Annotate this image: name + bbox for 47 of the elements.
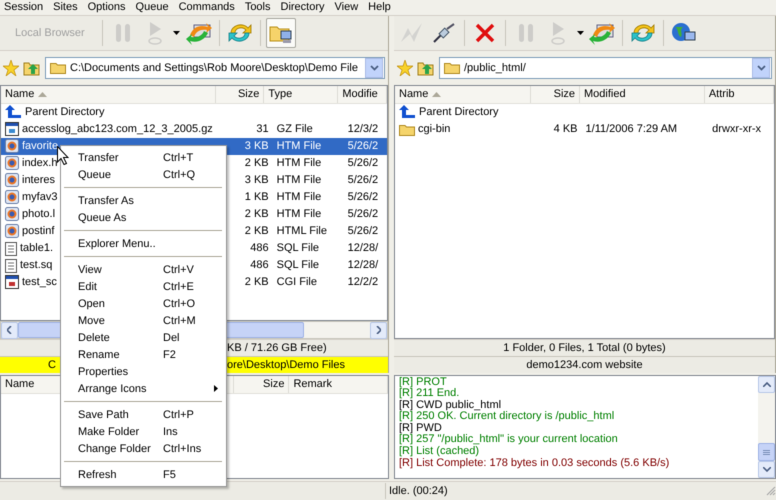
table-cell-text: 5/26/2 (346, 191, 380, 204)
status-text: KB / 71.26 GB Free) (227, 342, 327, 354)
table-cell-text: drwxr-xr-x (711, 123, 762, 136)
table-cell-text: HTM File (276, 140, 322, 152)
table-cell-text: 5/26/2 (346, 208, 380, 220)
table-cell-text: 3 KB (244, 174, 270, 186)
site-name: demo1234.com website (526, 358, 643, 370)
table-cell-text: HTM File (276, 208, 322, 220)
table-cell-text: 1/11/2006 7:29 AM (584, 123, 678, 136)
table-cell-text: SQL File (276, 242, 320, 254)
table-cell-text: 486 (249, 242, 270, 254)
table-cell-text: 486 (249, 259, 270, 272)
table-cell-text: HTML File (276, 225, 328, 238)
table-cell-text: HTM File (276, 174, 322, 186)
table-cell-text: 5/26/2 (346, 140, 380, 152)
log-line: [R] PWD (399, 422, 443, 434)
log-line: [R] 257 "/public_html" is your current location (399, 434, 619, 446)
table-cell-text: 3 KB (244, 140, 270, 152)
table-cell-text: 12/3/2 (346, 123, 380, 136)
table-cell-text: 5/26/2 (346, 225, 380, 238)
table-cell-text: SQL File (276, 259, 320, 272)
status-text: 1 Folder, 0 Files, 1 Total (0 bytes) (503, 342, 666, 354)
table-cell-text: CGI File (276, 276, 318, 288)
log-line: [R] 250 OK. Current directory is /public_html (399, 411, 616, 423)
location-text: C (48, 358, 57, 372)
location-text: ore\Desktop\Demo Files (227, 358, 345, 372)
table-cell-text: 4 KB (552, 123, 579, 136)
table-cell-text: 2 KB (244, 208, 270, 220)
log-line: [R] List Complete: 178 bytes in 0.03 seconds (5.6 KB/s) (399, 458, 670, 470)
table-cell-text: 2 KB (244, 157, 270, 170)
table-cell-text: 2 KB (244, 276, 270, 288)
table-cell-text: HTM File (276, 191, 322, 204)
log-line: [R] 211 End. (399, 388, 460, 400)
table-cell-text: 5/26/2 (346, 174, 380, 186)
table-cell-text: 12/2/2 (346, 276, 380, 288)
table-cell-text: 2 KB (244, 225, 270, 238)
table-cell-text: 12/28/ (346, 242, 380, 254)
status-text: Idle. (00:24) (388, 485, 449, 498)
log-line: [R] List (cached) (399, 446, 480, 458)
table-cell-text: 31 (255, 123, 270, 136)
table-cell-text: HTM File (276, 157, 322, 170)
table-cell-text: 5/26/2 (346, 157, 380, 170)
table-cell-text: GZ File (276, 123, 314, 136)
log-line: [R] PROT (399, 376, 448, 388)
table-cell-text: 1 KB (244, 191, 270, 204)
table-cell-text: 12/28/ (346, 259, 380, 272)
log-line: [R] CWD public_html (399, 400, 502, 411)
